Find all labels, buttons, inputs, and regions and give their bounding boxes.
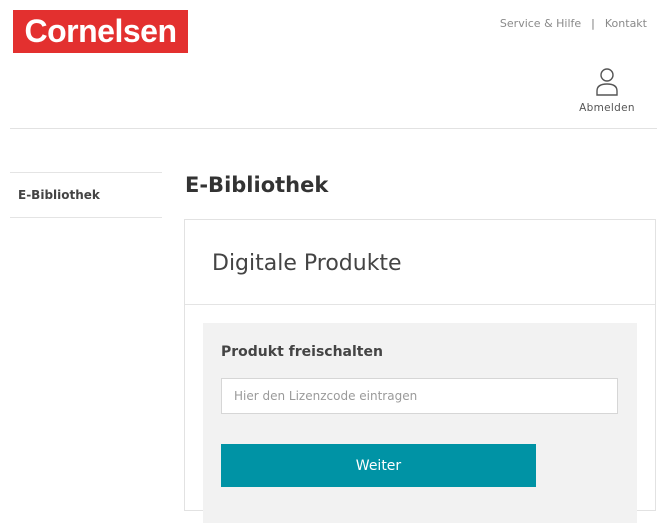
page-title: E-Bibliothek xyxy=(185,173,329,197)
digital-products-card: Digitale Produkte Produkt freischalten W… xyxy=(184,219,656,523)
weiter-button[interactable]: Weiter xyxy=(221,444,536,487)
cornelsen-logo[interactable]: Cornelsen xyxy=(13,10,188,53)
activation-title: Produkt freischalten xyxy=(221,344,383,360)
link-separator: | xyxy=(591,17,595,30)
logout-button[interactable]: Abmelden xyxy=(579,68,635,114)
logout-label: Abmelden xyxy=(579,102,635,114)
kontakt-link[interactable]: Kontakt xyxy=(605,17,647,30)
user-icon xyxy=(579,68,635,96)
top-links: Service & Hilfe | Kontakt xyxy=(500,17,647,30)
license-code-input[interactable] xyxy=(221,378,618,414)
service-hilfe-link[interactable]: Service & Hilfe xyxy=(500,17,581,30)
card-divider xyxy=(185,304,655,305)
header-divider xyxy=(10,128,657,129)
card-title: Digitale Produkte xyxy=(212,251,402,276)
sidebar-item-e-bibliothek[interactable]: E-Bibliothek xyxy=(10,173,162,202)
sidebar: E-Bibliothek xyxy=(10,172,162,218)
activation-panel: Produkt freischalten Weiter xyxy=(203,323,637,523)
